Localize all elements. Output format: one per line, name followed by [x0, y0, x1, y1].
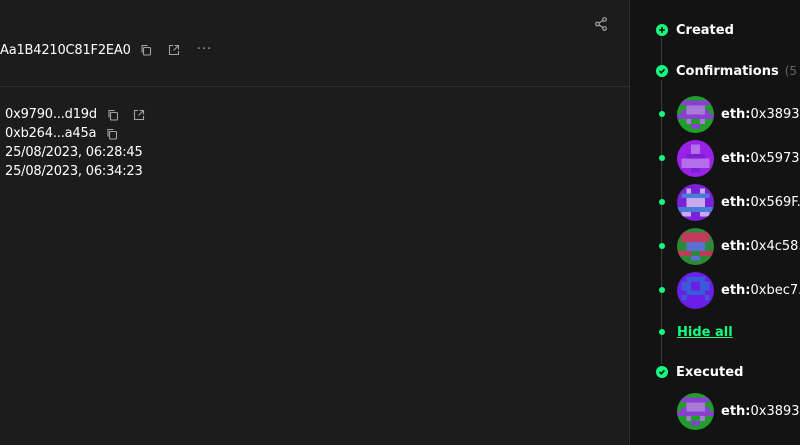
copy-icon[interactable]: [105, 127, 119, 141]
signer-address: eth:0x5973...: [721, 150, 800, 166]
status-executed: Executed: [656, 364, 743, 380]
info-row-executed-date: 25/08/2023, 06:34:23: [5, 162, 146, 181]
signer-item[interactable]: eth:0x5973...: [659, 139, 800, 177]
avatar: [677, 183, 714, 221]
address-value: 0xb264...a45a: [5, 126, 97, 141]
section-divider: [0, 86, 629, 87]
hide-all-row: Hide all: [659, 323, 733, 341]
transaction-details-panel: Aa1B4210C81F2EA0 ··· 0x9790...d19d 0xb26…: [0, 0, 629, 445]
timeline-dot: [659, 155, 665, 161]
status-created: Created: [656, 22, 734, 38]
signer-item[interactable]: eth:0x3893...: [659, 95, 800, 133]
signer-address: eth:0xbec7...: [721, 282, 800, 298]
signer-item[interactable]: eth:0x569F...: [659, 183, 800, 221]
share-icon[interactable]: [593, 16, 609, 32]
avatar: [677, 227, 714, 265]
timeline-dot: [659, 199, 665, 205]
signer-address: eth:0x4c58...: [721, 238, 800, 254]
plus-icon: [656, 24, 668, 36]
info-list: 0x9790...d19d 0xb264...a45a 25/08/2023, …: [5, 105, 146, 181]
timeline-dot: [659, 329, 665, 335]
external-link-icon[interactable]: [132, 108, 146, 122]
avatar: [677, 95, 714, 133]
status-label: Confirmations: [676, 63, 779, 79]
check-icon: [656, 366, 668, 378]
signer-item[interactable]: eth:0xbec7...: [659, 271, 800, 309]
info-row-address-1: 0x9790...d19d: [5, 105, 146, 124]
transaction-hash: Aa1B4210C81F2EA0: [0, 42, 131, 58]
signer-address: eth:0x3893...: [721, 106, 800, 122]
address-value: 0x9790...d19d: [5, 107, 97, 122]
hide-all-link[interactable]: Hide all: [677, 325, 733, 340]
timeline-line: [661, 38, 662, 66]
executor-address: eth:0x3893...: [721, 403, 800, 419]
avatar: [677, 271, 714, 309]
transaction-timeline: Created Confirmations (5 of eth:0x3893..…: [630, 0, 800, 445]
avatar: [677, 392, 714, 430]
avatar: [677, 139, 714, 177]
external-link-icon[interactable]: [167, 43, 181, 57]
date-value: 25/08/2023, 06:34:23: [5, 164, 143, 179]
timeline-dot: [659, 111, 665, 117]
executor-item[interactable]: eth:0x3893...: [677, 392, 800, 430]
info-row-created-date: 25/08/2023, 06:28:45: [5, 143, 146, 162]
signer-item[interactable]: eth:0x4c58...: [659, 227, 800, 265]
signer-address: eth:0x569F...: [721, 194, 800, 210]
status-confirmations: Confirmations (5 of: [656, 63, 800, 79]
check-icon: [656, 65, 668, 77]
more-options-button[interactable]: ···: [197, 43, 212, 56]
confirmations-count: (5 of: [784, 64, 800, 78]
copy-icon[interactable]: [106, 108, 120, 122]
info-row-address-2: 0xb264...a45a: [5, 124, 146, 143]
transaction-hash-row: Aa1B4210C81F2EA0 ···: [0, 40, 212, 60]
timeline-dot: [659, 287, 665, 293]
date-value: 25/08/2023, 06:28:45: [5, 145, 143, 160]
copy-icon[interactable]: [139, 43, 153, 57]
timeline-dot: [659, 243, 665, 249]
status-label: Created: [676, 22, 734, 38]
status-label: Executed: [676, 364, 744, 380]
